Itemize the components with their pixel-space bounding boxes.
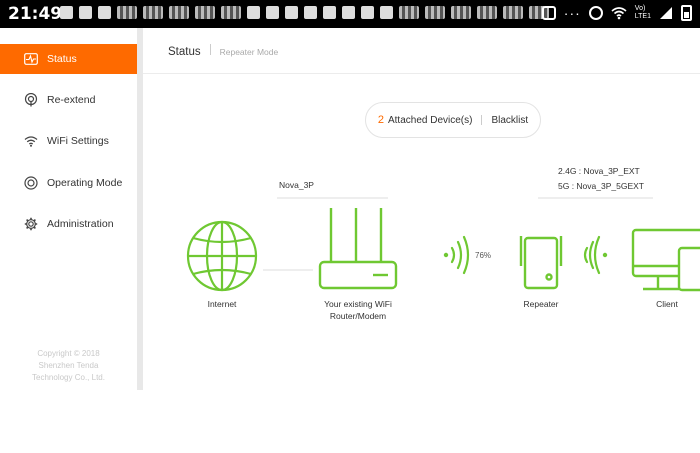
sidebar-item-status[interactable]: Status [0, 44, 137, 74]
sidebar-item-label: WiFi Settings [47, 135, 109, 147]
o-icon [361, 6, 374, 19]
sidebar-item-label: Administration [47, 218, 114, 230]
gear-icon [24, 217, 38, 231]
image-icon [541, 6, 556, 20]
lte-icon: Vo) LTE1 [634, 5, 651, 20]
alarm-icon [588, 6, 603, 20]
page-title: Status [168, 46, 201, 58]
pulse-icon [24, 52, 38, 66]
page-subtitle: Repeater Mode [219, 47, 279, 57]
android-status-bar: 21:49 ··· Vo) LTE1 [0, 0, 700, 28]
blurred-icon [451, 6, 471, 19]
linkedin-icon [342, 6, 355, 19]
globe-icon [186, 220, 258, 292]
blurred-icon [169, 6, 189, 19]
repeater-ssid-5: 5G : Nova_3P_5GEXT [558, 181, 644, 191]
more-icon: ··· [563, 5, 581, 21]
youtube-icon [98, 6, 111, 19]
system-icons: ··· Vo) LTE1 [541, 5, 692, 21]
battery-icon [681, 5, 692, 21]
shield-icon [380, 6, 393, 19]
signal-strength: 76% [475, 251, 492, 260]
sidebar-item-re-extend[interactable]: Re-extend [0, 85, 137, 115]
main-content: Status Repeater Mode 2 Attached Device(s… [143, 28, 700, 390]
blurred-icon [221, 6, 241, 19]
mail-icon [247, 6, 260, 19]
client-label: Client [656, 299, 678, 309]
internet-label: Internet [207, 299, 237, 309]
header-divider [143, 73, 700, 74]
wifi-icon [24, 134, 38, 148]
instagram-icon [60, 6, 73, 19]
signal-icon [24, 93, 38, 107]
blurred-icon [117, 6, 137, 19]
signal-waves-icon [443, 235, 470, 275]
o-icon [266, 6, 279, 19]
router-icon [318, 208, 398, 290]
repeater-ssid-24: 2.4G : Nova_3P_EXT [558, 166, 640, 176]
repeater-icon [519, 236, 563, 290]
blacklist-link[interactable]: Blacklist [491, 115, 528, 126]
o-icon [323, 6, 336, 19]
sidebar-item-wifi-settings[interactable]: WiFi Settings [0, 126, 137, 156]
client-waves-icon [583, 235, 608, 275]
sidebar-item-administration[interactable]: Administration [0, 209, 137, 239]
blurred-icon [399, 6, 419, 19]
copyright: Copyright © 2018 Shenzhen Tenda Technolo… [32, 349, 105, 382]
page-header: Status Repeater Mode [168, 44, 278, 58]
mode-icon [24, 176, 38, 190]
blurred-icon [503, 6, 523, 19]
page-footer-blank [137, 390, 700, 453]
router-ssid: Nova_3P [279, 180, 314, 190]
clock: 21:49 [8, 4, 63, 24]
sidebar-item-label: Re-extend [47, 94, 96, 106]
blurred-icon [143, 6, 163, 19]
cell-signal-icon [660, 7, 672, 19]
download-icon [79, 6, 92, 19]
router-label: Your existing WiFi Router/Modem [324, 299, 392, 321]
wifi-status-icon [611, 7, 627, 20]
sidebar-item-label: Operating Mode [47, 177, 123, 189]
sidebar-item-operating-mode[interactable]: Operating Mode [0, 168, 137, 198]
topology-diagram [186, 197, 700, 292]
o-icon [285, 6, 298, 19]
attached-devices-link[interactable]: Attached Device(s) [388, 115, 472, 126]
devices-pill: 2 Attached Device(s) Blacklist [365, 102, 541, 138]
sidebar: Status Re-extend WiFi Settings Operating… [0, 28, 137, 390]
attached-count[interactable]: 2 [378, 114, 384, 126]
notification-icons [60, 6, 549, 19]
sidebar-item-label: Status [47, 53, 77, 65]
blurred-icon [195, 6, 215, 19]
client-icon [631, 228, 700, 292]
repeater-label: Repeater [523, 299, 559, 309]
blurred-icon [477, 6, 497, 19]
blurred-icon [425, 6, 445, 19]
mail-icon [304, 6, 317, 19]
